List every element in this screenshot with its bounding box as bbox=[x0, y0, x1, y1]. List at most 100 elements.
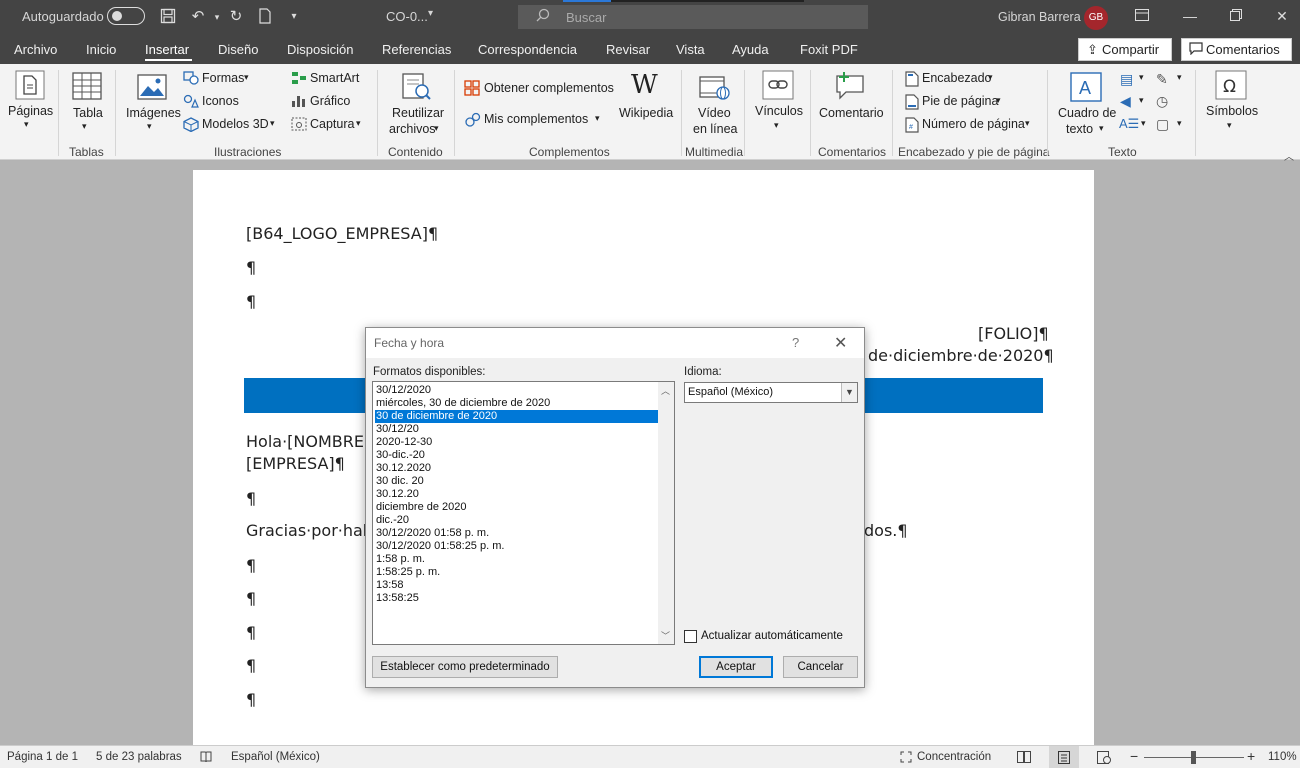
object-icon[interactable]: ▢ bbox=[1156, 116, 1169, 133]
user-name[interactable]: Gibran Barrera bbox=[998, 10, 1081, 24]
close-icon[interactable]: ✕ bbox=[834, 333, 847, 353]
language-value: Español (México) bbox=[688, 386, 773, 398]
read-mode-icon[interactable] bbox=[1017, 751, 1031, 766]
focus-mode[interactable]: Concentración bbox=[917, 751, 991, 763]
quick-parts-icon[interactable]: ▤ bbox=[1120, 71, 1133, 88]
listbox-scrollbar[interactable]: ︿ ﹀ bbox=[658, 382, 674, 644]
format-option[interactable]: 13:58:25 bbox=[375, 592, 658, 605]
thanks-text-end[interactable]: dos.¶ bbox=[864, 521, 908, 540]
text-box-label-2: texto bbox=[1066, 122, 1094, 136]
tab-correspondencia[interactable]: Correspondencia bbox=[478, 42, 577, 57]
tab-referencias[interactable]: Referencias bbox=[382, 42, 451, 57]
restore-icon[interactable] bbox=[1228, 8, 1244, 24]
page-count[interactable]: Página 1 de 1 bbox=[7, 751, 78, 763]
format-option[interactable]: 30 de diciembre de 2020 bbox=[375, 410, 658, 423]
date-line[interactable]: de·diciembre·de·2020¶ bbox=[868, 346, 1054, 365]
format-option[interactable]: miércoles, 30 de diciembre de 2020 bbox=[375, 397, 658, 410]
wordart-icon[interactable]: ◀ bbox=[1120, 93, 1131, 110]
shapes-icon bbox=[183, 71, 199, 85]
links-label: Vínculos bbox=[755, 104, 803, 118]
zoom-slider-thumb[interactable] bbox=[1191, 751, 1196, 764]
folio-placeholder[interactable]: [FOLIO]¶ bbox=[978, 324, 1049, 343]
tab-revisar[interactable]: Revisar bbox=[606, 42, 650, 57]
format-option[interactable]: 30/12/2020 bbox=[375, 384, 658, 397]
search-box[interactable]: Buscar bbox=[518, 5, 868, 29]
language-select[interactable]: Español (México) ▼ bbox=[684, 382, 858, 403]
zoom-level[interactable]: 110% bbox=[1268, 751, 1297, 763]
comments-button[interactable]: Comentarios bbox=[1181, 38, 1292, 61]
proofing-icon[interactable] bbox=[200, 751, 212, 766]
logo-placeholder[interactable]: [B64_LOGO_EMPRESA]¶ bbox=[246, 224, 438, 243]
new-comment-icon bbox=[836, 72, 864, 100]
format-option[interactable]: 30/12/20 bbox=[375, 423, 658, 436]
shapes-label: Formas bbox=[202, 71, 245, 85]
dialog-title-bar[interactable]: Fecha y hora ? ✕ bbox=[366, 328, 864, 358]
undo-icon[interactable]: ↶ bbox=[189, 8, 207, 26]
save-icon[interactable] bbox=[159, 8, 177, 26]
undo-dropdown-icon[interactable]: ▾ bbox=[208, 8, 226, 26]
format-option[interactable]: 2020-12-30 bbox=[375, 436, 658, 449]
cancel-button[interactable]: Cancelar bbox=[783, 656, 858, 678]
web-layout-icon[interactable] bbox=[1097, 751, 1111, 767]
tab-diseno[interactable]: Diseño bbox=[218, 42, 258, 57]
document-title[interactable]: CO-0... bbox=[386, 9, 428, 24]
chevron-down-icon[interactable]: ▾ bbox=[1177, 118, 1182, 129]
new-document-icon[interactable] bbox=[256, 8, 274, 26]
thanks-text-start[interactable]: Gracias·por·hab bbox=[246, 521, 373, 540]
tab-archivo[interactable]: Archivo bbox=[14, 42, 57, 57]
signature-line-icon[interactable]: ✎ bbox=[1156, 71, 1168, 88]
word-count[interactable]: 5 de 23 palabras bbox=[96, 751, 182, 763]
greeting-text[interactable]: Hola·[NOMBRE bbox=[246, 432, 364, 451]
tab-foxit-pdf[interactable]: Foxit PDF bbox=[800, 42, 858, 57]
format-option[interactable]: 30.12.20 bbox=[375, 488, 658, 501]
format-option[interactable]: 13:58 bbox=[375, 579, 658, 592]
help-icon[interactable]: ? bbox=[792, 335, 799, 350]
share-button[interactable]: ⇪ Compartir bbox=[1078, 38, 1172, 61]
status-language[interactable]: Español (México) bbox=[231, 751, 320, 763]
chevron-down-icon[interactable]: ▼ bbox=[841, 383, 857, 402]
chevron-down-icon[interactable]: ▾ bbox=[428, 8, 433, 19]
tab-inicio[interactable]: Inicio bbox=[86, 42, 116, 57]
format-option[interactable]: 30-dic.-20 bbox=[375, 449, 658, 462]
group-label-texto: Texto bbox=[1108, 145, 1137, 159]
autosave-toggle[interactable] bbox=[107, 7, 145, 25]
focus-icon[interactable] bbox=[900, 751, 912, 766]
chevron-down-icon[interactable]: ▾ bbox=[1139, 95, 1144, 106]
avatar[interactable]: GB bbox=[1084, 6, 1108, 30]
tab-vista[interactable]: Vista bbox=[676, 42, 705, 57]
drop-cap-icon[interactable]: A☰ bbox=[1119, 116, 1139, 132]
redo-icon[interactable]: ↻ bbox=[227, 8, 245, 26]
print-layout-icon[interactable] bbox=[1058, 751, 1070, 767]
ok-button[interactable]: Aceptar bbox=[699, 656, 773, 678]
chevron-down-icon: ▾ bbox=[356, 118, 361, 128]
auto-update-checkbox[interactable] bbox=[684, 630, 697, 643]
close-icon[interactable]: ✕ bbox=[1274, 8, 1290, 24]
format-option[interactable]: 1:58:25 p. m. bbox=[375, 566, 658, 579]
set-default-button[interactable]: Establecer como predeterminado bbox=[372, 656, 558, 678]
wikipedia-label: Wikipedia bbox=[619, 106, 674, 120]
ribbon-display-options-icon[interactable] bbox=[1134, 8, 1150, 24]
format-option[interactable]: dic.-20 bbox=[375, 514, 658, 527]
auto-update-label[interactable]: Actualizar automáticamente bbox=[701, 630, 843, 642]
zoom-in-button[interactable]: + bbox=[1247, 748, 1255, 764]
chevron-down-icon[interactable]: ▾ bbox=[1141, 118, 1146, 129]
company-placeholder[interactable]: [EMPRESA]¶ bbox=[246, 454, 345, 473]
format-option[interactable]: 1:58 p. m. bbox=[375, 553, 658, 566]
scroll-up-icon[interactable]: ︿ bbox=[661, 384, 670, 397]
format-option[interactable]: diciembre de 2020 bbox=[375, 501, 658, 514]
format-option[interactable]: 30/12/2020 01:58 p. m. bbox=[375, 527, 658, 540]
minimize-icon[interactable]: — bbox=[1182, 8, 1198, 24]
format-option[interactable]: 30.12.2020 bbox=[375, 462, 658, 475]
formats-listbox[interactable]: 30/12/2020 miércoles, 30 de diciembre de … bbox=[372, 381, 675, 645]
tab-disposicion[interactable]: Disposición bbox=[287, 42, 353, 57]
chevron-down-icon[interactable]: ▾ bbox=[1139, 72, 1144, 83]
tab-insertar[interactable]: Insertar bbox=[145, 42, 189, 57]
format-option[interactable]: 30 dic. 20 bbox=[375, 475, 658, 488]
date-time-icon[interactable]: ◷ bbox=[1156, 93, 1168, 110]
zoom-out-button[interactable]: − bbox=[1130, 748, 1138, 764]
customize-toolbar-icon[interactable]: ▾ bbox=[285, 8, 303, 26]
format-option[interactable]: 30/12/2020 01:58:25 p. m. bbox=[375, 540, 658, 553]
scroll-down-icon[interactable]: ﹀ bbox=[661, 629, 670, 642]
tab-ayuda[interactable]: Ayuda bbox=[732, 42, 769, 57]
chevron-down-icon[interactable]: ▾ bbox=[1177, 72, 1182, 83]
